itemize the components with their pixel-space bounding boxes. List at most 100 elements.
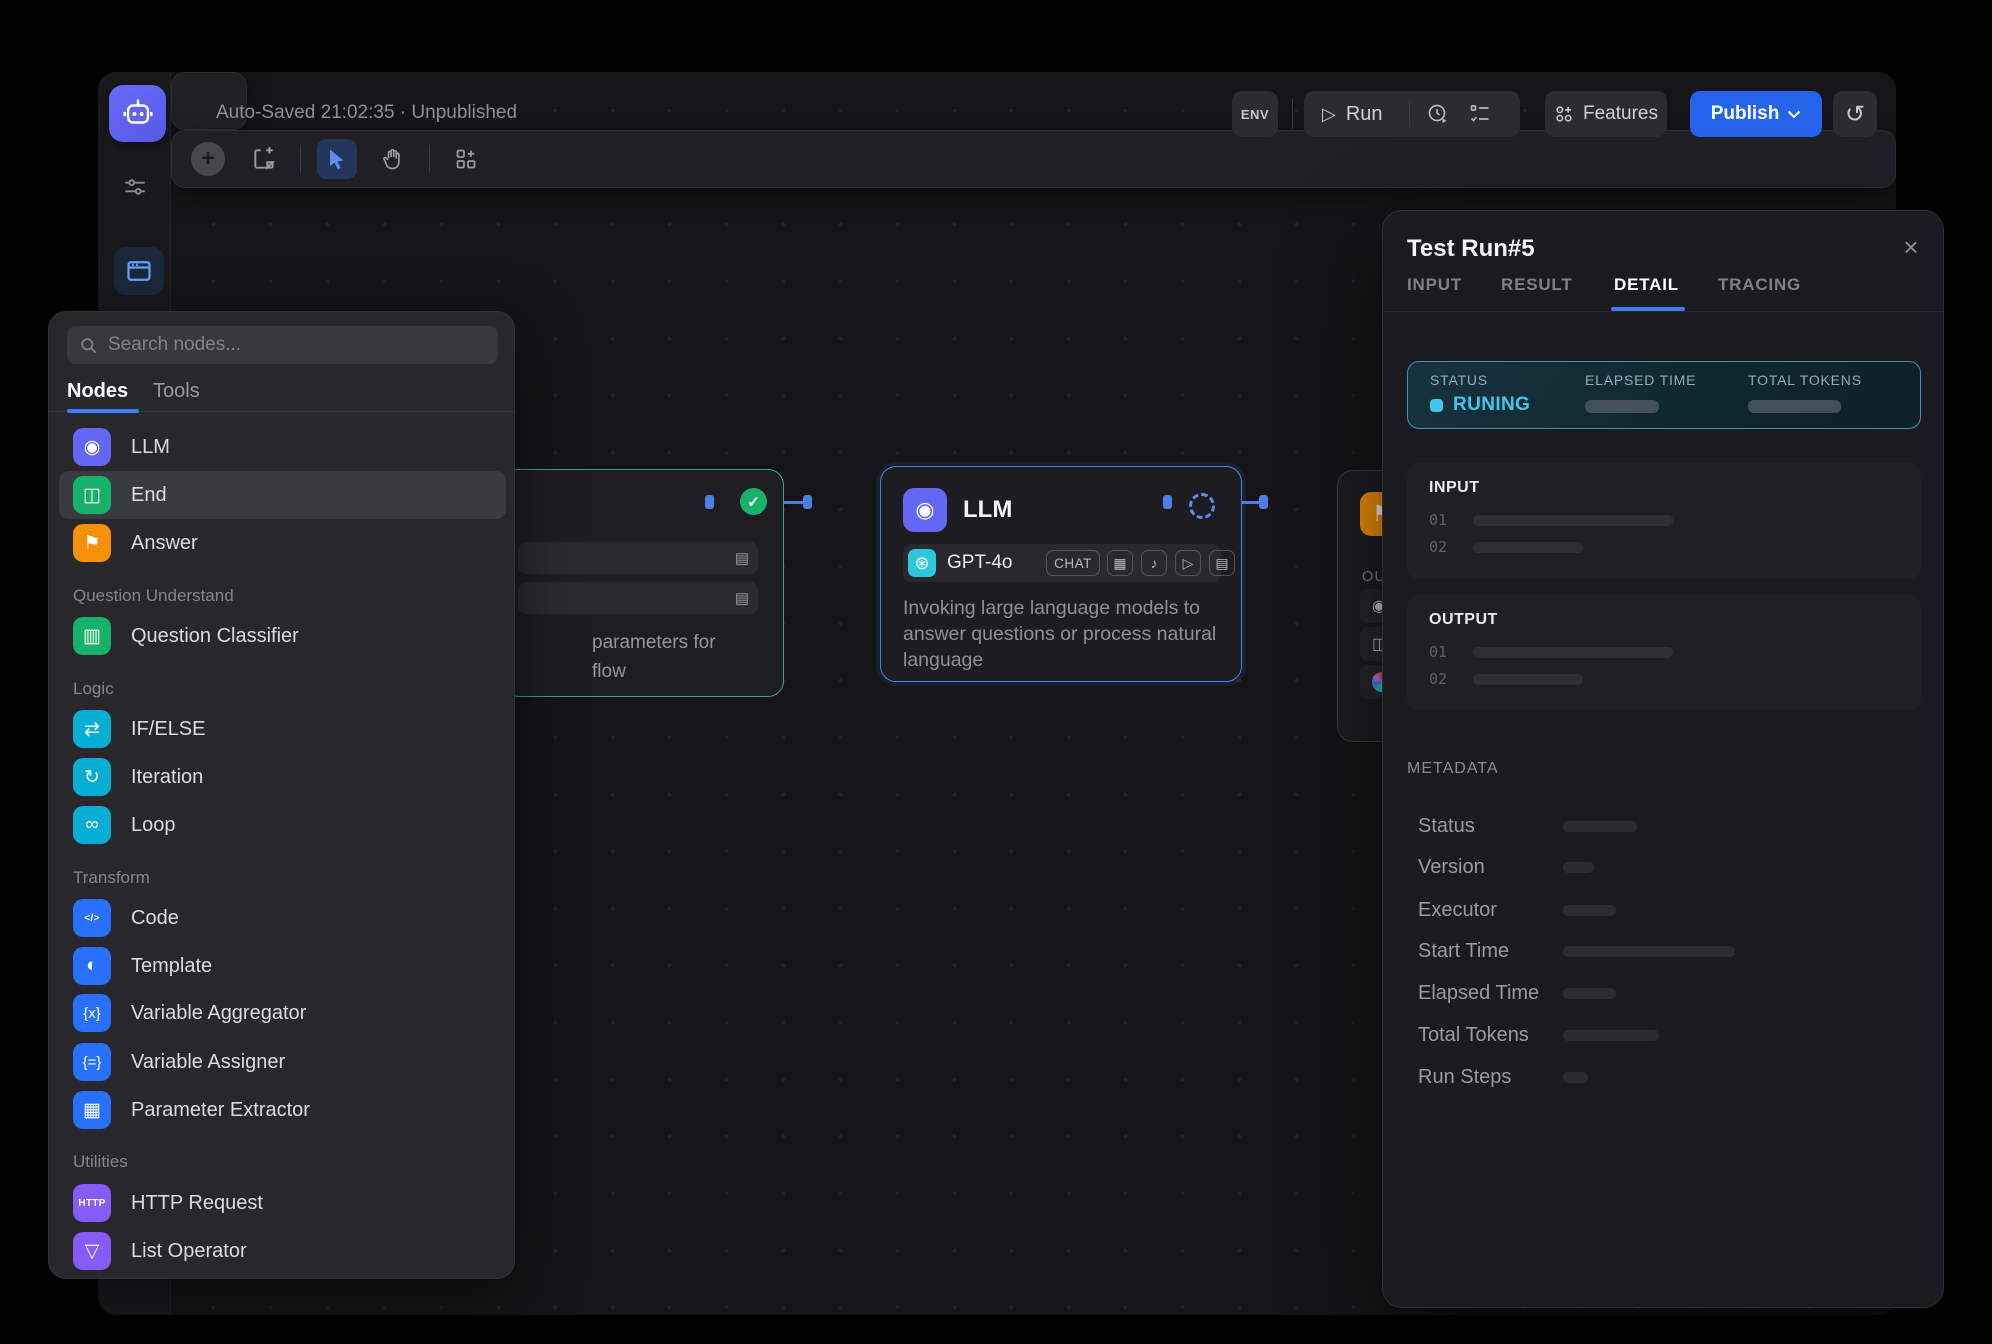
preview-panel-button[interactable] (114, 247, 164, 295)
start-node[interactable]: ✓ ▤ ▤ parameters for flow (503, 469, 784, 697)
connector-handle[interactable] (1259, 495, 1268, 509)
features-icon (1554, 104, 1574, 124)
grid-dots-icon: ▦ (73, 1091, 111, 1129)
node-item-iteration[interactable]: ↻ Iteration (73, 753, 203, 801)
node-item-llm[interactable]: ◉ LLM (73, 423, 170, 471)
close-button[interactable]: × (1895, 231, 1927, 263)
node-item-parameter-extractor[interactable]: ▦ Parameter Extractor (73, 1086, 310, 1134)
topbar-divider (1292, 99, 1293, 129)
code-icon: </> (73, 899, 111, 937)
tab-detail[interactable]: DETAIL (1614, 275, 1679, 295)
node-item-end[interactable]: ◫ End (73, 471, 167, 519)
organize-nodes-button[interactable] (446, 139, 486, 179)
organize-icon (454, 147, 478, 171)
skeleton-bar (1563, 1030, 1659, 1041)
document-capability-icon: ▤ (1209, 550, 1235, 576)
node-item-question-classifier[interactable]: ▥ Question Classifier (73, 612, 299, 660)
search-icon (79, 336, 98, 355)
node-item-answer[interactable]: ⚑ Answer (73, 519, 198, 567)
braces-equal-icon: {=} (73, 1043, 111, 1081)
checklist-icon (1468, 102, 1492, 126)
sliders-icon (122, 174, 148, 200)
tab-tools[interactable]: Tools (153, 380, 200, 403)
hand-mode-button[interactable] (373, 139, 413, 179)
tab-result[interactable]: RESULT (1501, 275, 1573, 295)
node-picker-panel: Nodes Tools ◉ LLM ◫ End ⚑ Answer Questio… (48, 311, 515, 1279)
node-item-loop[interactable]: ∞ Loop (73, 801, 176, 849)
play-icon: ▷ (1322, 104, 1336, 125)
iteration-icon: ↻ (73, 758, 111, 796)
document-icon: ▤ (735, 549, 749, 567)
features-button[interactable]: Features (1545, 91, 1667, 137)
output-card: OUTPUT 01 02 (1407, 595, 1921, 710)
run-history-clock-button[interactable] (1426, 102, 1450, 126)
checklist-button[interactable] (1468, 102, 1492, 126)
model-chip[interactable]: ⊛ GPT-4o CHAT ▦ ♪ ▷ ▤ (903, 544, 1221, 582)
panel-title: Test Run#5 (1407, 235, 1535, 263)
close-icon: × (1903, 232, 1918, 263)
robot-icon (121, 97, 155, 131)
node-item-http-request[interactable]: HTTP HTTP Request (73, 1179, 263, 1227)
elapsed-time-label: ELAPSED TIME (1585, 372, 1696, 388)
node-item-code[interactable]: </> Code (73, 894, 179, 942)
audio-capability-icon: ♪ (1141, 550, 1167, 576)
brain-icon: ◉ (73, 428, 111, 466)
note-add-icon (251, 146, 277, 172)
toolbar-divider (429, 145, 430, 173)
app-logo[interactable] (109, 85, 166, 142)
window-icon (125, 257, 153, 285)
connector-handle[interactable] (803, 495, 812, 509)
skeleton-bar (1563, 988, 1616, 999)
node-item-if-else[interactable]: ⇄ IF/ELSE (73, 705, 205, 753)
classifier-icon: ▥ (73, 617, 111, 655)
node-item-variable-aggregator[interactable]: {x} Variable Aggregator (73, 989, 306, 1037)
active-tab-underline (67, 409, 139, 413)
node-item-variable-assigner[interactable]: {=} Variable Assigner (73, 1038, 285, 1086)
skeleton-bar (1563, 821, 1637, 832)
group-header: Logic (73, 679, 114, 699)
canvas-toolbar: + (171, 130, 1896, 188)
start-node-description: parameters for flow (592, 628, 716, 686)
skeleton-bar (1473, 647, 1673, 658)
status-card: STATUS ELAPSED TIME TOTAL TOKENS RUNING (1407, 361, 1921, 429)
braces-x-icon: {x} (73, 994, 111, 1032)
start-node-field[interactable]: ▤ (518, 582, 758, 614)
node-item-template[interactable]: ◐ Template (73, 942, 212, 990)
metadata-label: METADATA (1407, 760, 1499, 778)
skeleton-bar (1585, 400, 1659, 413)
skeleton-bar (1473, 674, 1583, 685)
flag-icon: ⚑ (73, 524, 111, 562)
node-item-list-operator[interactable]: ▽ List Operator (73, 1227, 247, 1275)
add-node-button[interactable]: + (188, 139, 228, 179)
skeleton-bar (1563, 862, 1594, 873)
group-header: Question Understand (73, 586, 234, 606)
loop-icon: ∞ (73, 806, 111, 844)
tab-nodes[interactable]: Nodes (67, 380, 128, 403)
hand-icon (381, 147, 405, 171)
workflow-settings-button[interactable] (120, 172, 150, 202)
tab-tracing[interactable]: TRACING (1718, 275, 1801, 295)
cursor-icon (325, 147, 349, 171)
skeleton-bar (1748, 400, 1841, 413)
connector-handle[interactable] (1163, 495, 1172, 509)
env-button[interactable]: ENV (1232, 91, 1278, 137)
start-node-field[interactable]: ▤ (518, 542, 758, 574)
clock-play-icon (1426, 102, 1450, 126)
toolbar-divider (300, 145, 301, 173)
status-value: RUNING (1453, 394, 1530, 416)
version-history-button[interactable]: ↺ (1833, 91, 1877, 137)
total-tokens-label: TOTAL TOKENS (1748, 372, 1862, 388)
publish-button[interactable]: Publish (1690, 91, 1822, 137)
funnel-icon: ▽ (73, 1232, 111, 1270)
plus-circle-icon: + (191, 142, 225, 176)
document-icon: ▤ (735, 589, 749, 607)
run-button[interactable]: Run (1346, 103, 1383, 126)
tab-input[interactable]: INPUT (1407, 275, 1462, 295)
chevron-down-icon (1787, 110, 1801, 119)
pointer-mode-button[interactable] (317, 139, 357, 179)
search-input[interactable] (108, 334, 486, 356)
node-search-box[interactable] (67, 326, 498, 364)
llm-node[interactable]: ◉ LLM ⊛ GPT-4o CHAT ▦ ♪ ▷ ▤ Invoking lar… (880, 466, 1242, 682)
add-note-button[interactable] (244, 139, 284, 179)
connector-handle[interactable] (705, 495, 714, 509)
